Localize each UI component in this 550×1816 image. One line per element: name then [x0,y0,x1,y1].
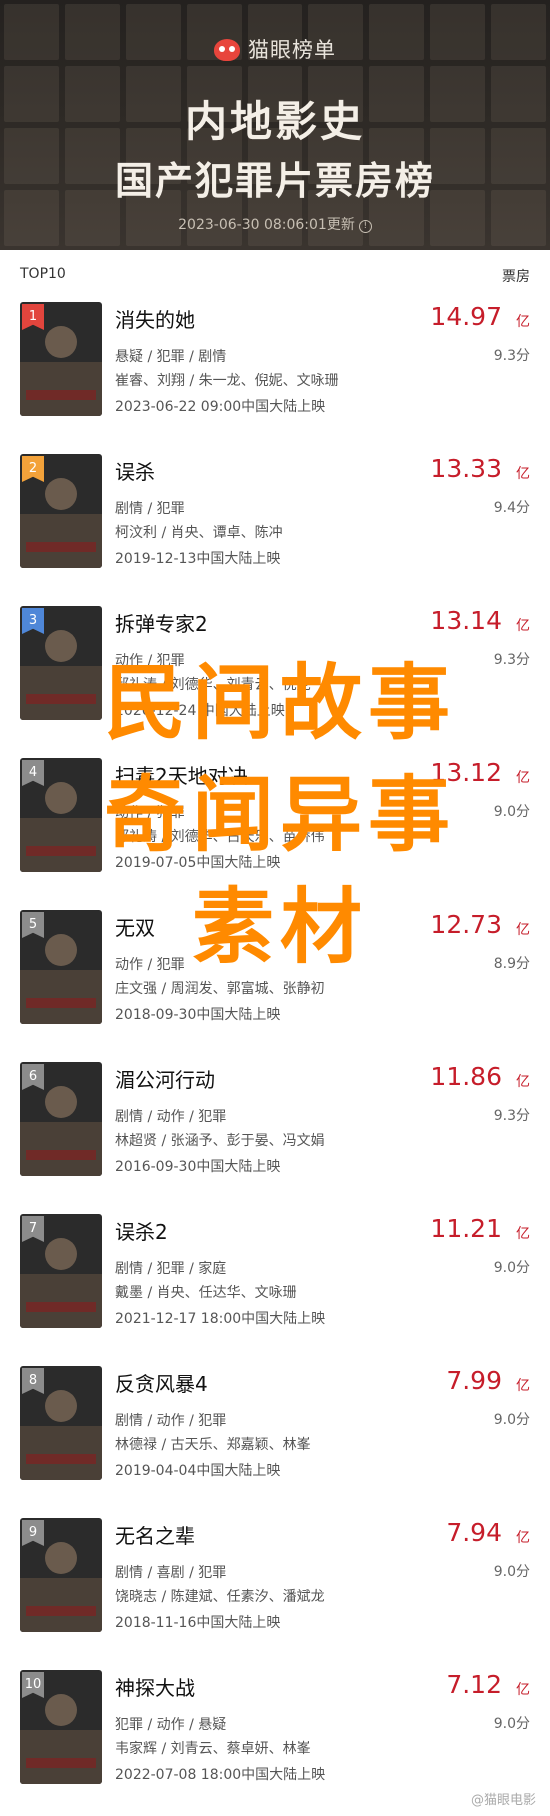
movie-genre: 剧情 / 动作 / 犯罪 [115,1413,227,1429]
movie-poster[interactable]: 9 [20,1518,102,1632]
movie-cast: 林德禄 / 古天乐、郑嘉颖、林峯 [115,1437,311,1453]
movie-score: 9.3分 [493,1108,530,1124]
box-office-unit: 亿 [516,922,530,938]
movie-title[interactable]: 反贪风暴4 [115,1368,208,1397]
column-header-top10: TOP10 [20,266,66,282]
movie-row[interactable]: 2 误杀 13.33 亿 剧情 / 犯罪 9.4分 柯汶利 / 肖央、谭卓、陈冲… [0,454,550,606]
movie-genre: 悬疑 / 犯罪 / 剧情 [115,349,227,365]
movie-title[interactable]: 无名之辈 [115,1520,195,1549]
box-office-value: 11.21 [430,1214,502,1243]
movie-row[interactable]: 10 神探大战 7.12 亿 犯罪 / 动作 / 悬疑 9.0分 韦家辉 / 刘… [0,1670,550,1816]
movie-cast: 林超贤 / 张涵予、彭于晏、冯文娟 [115,1133,325,1149]
box-office-value: 11.86 [430,1062,502,1091]
movie-title[interactable]: 消失的她 [115,304,195,333]
movie-release-date: 2023-06-22 09:00中国大陆上映 [115,399,326,415]
info-icon[interactable]: ! [358,220,372,233]
movie-poster[interactable]: 2 [20,454,102,568]
movie-cast: 韦家辉 / 刘青云、蔡卓妍、林峯 [115,1741,311,1757]
page-title-line1: 内地影史 [184,97,365,146]
brand-label: 猫眼榜单 [248,38,336,62]
movie-score: 9.0分 [493,1260,530,1276]
box-office-unit: 亿 [516,466,530,482]
box-office-unit: 亿 [516,1682,530,1698]
movie-row[interactable]: 1 消失的她 14.97 亿 悬疑 / 犯罪 / 剧情 9.3分 崔睿、刘翔 /… [0,302,550,454]
movie-title[interactable]: 湄公河行动 [115,1064,215,1093]
movie-title[interactable]: 拆弹专家2 [115,608,208,637]
movie-score: 8.9分 [493,956,530,972]
box-office-unit: 亿 [516,1074,530,1090]
box-office-unit: 亿 [516,1378,530,1394]
movie-score: 9.3分 [493,348,530,364]
movie-genre: 剧情 / 犯罪 / 家庭 [115,1261,227,1277]
timestamp-text: 2023-06-30 08:06:01更新 [178,217,355,233]
movie-genre: 犯罪 / 动作 / 悬疑 [115,1717,227,1733]
box-office-unit: 亿 [516,314,530,330]
movie-genre: 剧情 / 喜剧 / 犯罪 [115,1565,227,1581]
movie-release-date: 2016-09-30中国大陆上映 [115,1159,281,1175]
movie-row[interactable]: 9 无名之辈 7.94 亿 剧情 / 喜剧 / 犯罪 9.0分 饶晓志 / 陈建… [0,1518,550,1670]
movie-cast: 崔睿、刘翔 / 朱一龙、倪妮、文咏珊 [115,373,339,389]
overlay-watermark-text: 民间故事奇闻异事素材 [103,656,456,975]
movie-cast: 柯汶利 / 肖央、谭卓、陈冲 [115,525,283,541]
box-office-unit: 亿 [516,1226,530,1242]
movie-release-date: 2018-11-16中国大陆上映 [115,1615,281,1631]
box-office-value: 13.14 [430,606,502,635]
box-office-value: 13.33 [430,454,502,483]
movie-score: 9.0分 [493,1564,530,1580]
movie-row[interactable]: 8 反贪风暴4 7.99 亿 剧情 / 动作 / 犯罪 9.0分 林德禄 / 古… [0,1366,550,1518]
box-office-value: 14.97 [430,302,502,331]
movie-row[interactable]: 6 湄公河行动 11.86 亿 剧情 / 动作 / 犯罪 9.3分 林超贤 / … [0,1062,550,1214]
update-timestamp: 2023-06-30 08:06:01更新! [0,214,550,234]
box-office-value: 7.99 [446,1366,502,1395]
box-office-value: 7.94 [446,1518,502,1547]
movie-poster[interactable]: 7 [20,1214,102,1328]
column-header-box-office: 票房 [502,269,530,285]
movie-cast: 饶晓志 / 陈建斌、任素汐、潘斌龙 [115,1589,325,1605]
movie-release-date: 2018-09-30中国大陆上映 [115,1007,281,1023]
movie-score: 9.4分 [493,500,530,516]
movie-title[interactable]: 误杀 [115,456,155,485]
movie-score: 9.3分 [493,652,530,668]
movie-release-date: 2019-12-13中国大陆上映 [115,551,281,567]
movie-genre: 剧情 / 动作 / 犯罪 [115,1109,227,1125]
box-office-unit: 亿 [516,770,530,786]
movie-poster[interactable]: 6 [20,1062,102,1176]
box-office-unit: 亿 [516,1530,530,1546]
movie-score: 9.0分 [493,1716,530,1732]
brand: 猫眼榜单 [0,34,550,64]
header: 猫眼榜单 内地影史 国产犯罪片票房榜 2023-06-30 08:06:01更新… [0,0,550,250]
movie-title[interactable]: 神探大战 [115,1672,195,1701]
box-office-unit: 亿 [516,618,530,634]
movie-title[interactable]: 误杀2 [115,1216,168,1245]
source-watermark: @猫眼电影 [470,1793,536,1808]
movie-release-date: 2021-12-17 18:00中国大陆上映 [115,1311,326,1327]
movie-release-date: 2019-04-04中国大陆上映 [115,1463,281,1479]
movie-poster[interactable]: 1 [20,302,102,416]
box-office-value: 7.12 [446,1670,502,1699]
cat-logo-icon [214,39,240,61]
movie-row[interactable]: 7 误杀2 11.21 亿 剧情 / 犯罪 / 家庭 9.0分 戴墨 / 肖央、… [0,1214,550,1366]
page-title-line2: 国产犯罪片票房榜 [114,159,435,203]
movie-release-date: 2022-07-08 18:00中国大陆上映 [115,1767,326,1783]
movie-cast: 戴墨 / 肖央、任达华、文咏珊 [115,1285,297,1301]
movie-poster[interactable]: 8 [20,1366,102,1480]
movie-genre: 剧情 / 犯罪 [115,501,185,517]
movie-poster[interactable]: 10 [20,1670,102,1784]
movie-score: 9.0分 [493,1412,530,1428]
movie-score: 9.0分 [493,804,530,820]
